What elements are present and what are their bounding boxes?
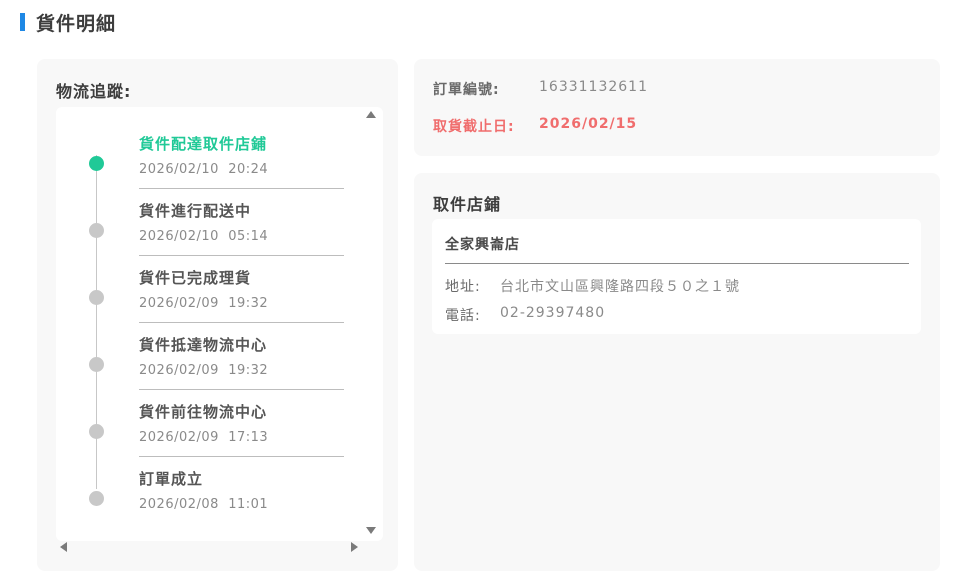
store-name: 全家興崙店: [445, 237, 520, 253]
scroll-up-arrow-icon[interactable]: [366, 111, 376, 118]
timeline-dot: [89, 156, 104, 171]
event-time: 2026/02/10 05:14: [139, 229, 269, 244]
tracking-scroll-area[interactable]: 貨件配達取件店鋪 2026/02/10 20:24 貨件進行配送中 2026/0…: [56, 107, 383, 541]
timeline-event: 貨件前往物流中心 2026/02/09 17:13: [56, 390, 383, 457]
pickup-deadline-row: 取貨截止日: 2026/02/15: [433, 116, 637, 136]
event-title: 貨件配達取件店鋪: [139, 135, 268, 153]
pickup-deadline-label: 取貨截止日:: [433, 119, 515, 135]
event-time: 2026/02/09 17:13: [139, 430, 269, 445]
store-info-box: 全家興崙店 地址: 台北市文山區興隆路四段５０之１號 電話: 02-293974…: [432, 219, 921, 334]
event-time: 2026/02/08 11:01: [139, 497, 269, 512]
order-number-label: 訂單編號:: [433, 82, 500, 98]
event-title: 貨件進行配送中: [139, 202, 252, 220]
tracking-label: 物流追蹤:: [56, 82, 132, 101]
timeline-dot: [89, 223, 104, 238]
event-time: 2026/02/09 19:32: [139, 296, 269, 311]
event-title: 訂單成立: [139, 470, 204, 488]
pickup-store-card: 取件店鋪 全家興崙店 地址: 台北市文山區興隆路四段５０之１號 電話: 02-2…: [414, 173, 940, 571]
order-info-card: 訂單編號: 16331132611 取貨截止日: 2026/02/15: [414, 59, 940, 156]
accent-bar: [20, 13, 25, 31]
store-address-value: 台北市文山區興隆路四段５０之１號: [500, 279, 740, 295]
timeline-dot: [89, 491, 104, 506]
section-title: 貨件明細: [36, 12, 117, 35]
store-phone-label: 電話:: [445, 308, 481, 324]
event-time: 2026/02/10 20:24: [139, 162, 269, 177]
timeline-event: 貨件抵達物流中心 2026/02/09 19:32: [56, 323, 383, 390]
store-address-label: 地址:: [445, 279, 481, 295]
scroll-left-arrow-icon[interactable]: [60, 542, 67, 552]
timeline-dot: [89, 357, 104, 372]
timeline-dot: [89, 290, 104, 305]
store-section-title: 取件店鋪: [433, 195, 502, 214]
store-divider: [445, 263, 909, 264]
store-phone-row: 電話: 02-29397480: [445, 305, 605, 325]
event-time: 2026/02/09 19:32: [139, 363, 269, 378]
timeline-dot: [89, 424, 104, 439]
section-header: 貨件明細: [20, 11, 117, 35]
event-title: 貨件抵達物流中心: [139, 336, 268, 354]
pickup-deadline-value: 2026/02/15: [539, 116, 638, 132]
tracking-card: 物流追蹤: 貨件配達取件店鋪 2026/02/10 20:24 貨件進行配送中 …: [37, 59, 398, 571]
event-title: 貨件前往物流中心: [139, 403, 268, 421]
store-phone-value: 02-29397480: [500, 305, 606, 321]
timeline-event: 貨件已完成理貨 2026/02/09 19:32: [56, 256, 383, 323]
event-title: 貨件已完成理貨: [139, 269, 252, 287]
timeline-event: 貨件配達取件店鋪 2026/02/10 20:24: [56, 122, 383, 189]
timeline-event: 訂單成立 2026/02/08 11:01: [56, 457, 383, 524]
timeline-event: 貨件進行配送中 2026/02/10 05:14: [56, 189, 383, 256]
order-number-value: 16331132611: [539, 79, 648, 95]
order-number-row: 訂單編號: 16331132611: [433, 79, 648, 99]
scroll-right-arrow-icon[interactable]: [351, 542, 358, 552]
store-address-row: 地址: 台北市文山區興隆路四段５０之１號: [445, 276, 740, 296]
scroll-down-arrow-icon[interactable]: [366, 527, 376, 534]
